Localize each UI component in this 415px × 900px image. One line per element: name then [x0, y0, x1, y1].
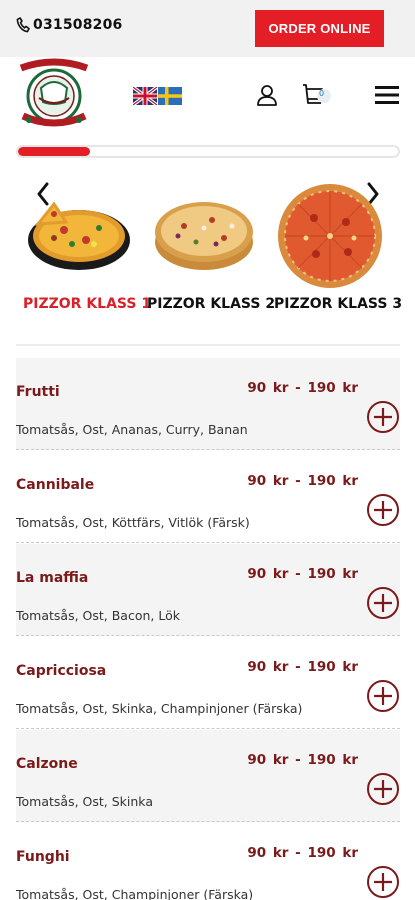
- add-to-cart-plus-icon[interactable]: [366, 586, 400, 620]
- menu-item-name: Funghi: [16, 849, 70, 865]
- add-to-cart-plus-icon[interactable]: [366, 400, 400, 434]
- menu-item-price: 90 kr - 190 kr: [247, 845, 358, 861]
- menu-item-price: 90 kr - 190 kr: [247, 659, 358, 675]
- menu-item-name: Frutti: [16, 384, 60, 400]
- menu-item-price: 90 kr - 190 kr: [247, 752, 358, 768]
- menu-item: La maffia 90 kr - 190 kr Tomatsås, Ost, …: [16, 544, 400, 636]
- pizza-klass-1-image[interactable]: [24, 182, 132, 278]
- menu-item-ingredients: Tomatsås, Ost, Köttfärs, Vitlök (Färsk): [16, 515, 250, 530]
- menu-item: Calzone 90 kr - 190 kr Tomatsås, Ost, Sk…: [16, 730, 400, 822]
- phone-link[interactable]: 031508206: [16, 17, 122, 33]
- order-online-button[interactable]: ORDER ONLINE: [255, 10, 384, 47]
- phone-number: 031508206: [33, 17, 123, 33]
- brunnsbo-pizzeria-logo[interactable]: [15, 58, 93, 132]
- progress-fill: [18, 147, 91, 156]
- category-tab-klass-1[interactable]: PIZZOR KLASS 1: [23, 296, 151, 312]
- menu-item-name: Cannibale: [16, 477, 95, 493]
- menu-item-ingredients: Tomatsås, Ost, Ananas, Curry, Banan: [16, 422, 248, 437]
- menu-item-ingredients: Tomatsås, Ost, Champinjoner (Färska): [16, 887, 254, 900]
- section-divider: [16, 344, 400, 346]
- pizza-klass-3-image[interactable]: [276, 182, 384, 292]
- menu-item: Frutti 90 kr - 190 kr Tomatsås, Ost, Ana…: [16, 358, 400, 450]
- add-to-cart-plus-icon[interactable]: [366, 679, 400, 713]
- menu-item: Funghi 90 kr - 190 kr Tomatsås, Ost, Cha…: [16, 823, 400, 900]
- cart-icon[interactable]: [302, 83, 334, 107]
- swedish-flag-icon[interactable]: [158, 87, 182, 105]
- menu-item-name: Capricciosa: [16, 663, 107, 679]
- menu-item: Cannibale 90 kr - 190 kr Tomatsås, Ost, …: [16, 451, 400, 543]
- menu-item-price: 90 kr - 190 kr: [247, 566, 358, 582]
- menu-item-price: 90 kr - 190 kr: [247, 473, 358, 489]
- add-to-cart-plus-icon[interactable]: [366, 865, 400, 899]
- user-account-icon[interactable]: [256, 84, 278, 106]
- top-bar: 031508206 ORDER ONLINE: [0, 0, 415, 57]
- pizza-klass-2-image[interactable]: [152, 182, 256, 278]
- menu-item-ingredients: Tomatsås, Ost, Skinka, Champinjoner (Fär…: [16, 701, 303, 716]
- menu-item-name: La maffia: [16, 570, 89, 586]
- menu-item: Capricciosa 90 kr - 190 kr Tomatsås, Ost…: [16, 637, 400, 729]
- category-tab-klass-2[interactable]: PIZZOR KLASS 2: [147, 296, 275, 312]
- cart-count-badge: 0: [319, 89, 325, 98]
- english-flag-icon[interactable]: [133, 87, 157, 105]
- hamburger-menu-icon[interactable]: [375, 84, 399, 106]
- menu-item-ingredients: Tomatsås, Ost, Skinka: [16, 794, 153, 809]
- menu-item-price: 90 kr - 190 kr: [247, 380, 358, 396]
- category-tab-klass-3[interactable]: PIZZOR KLASS 3: [274, 296, 402, 312]
- menu-item-ingredients: Tomatsås, Ost, Bacon, Lök: [16, 608, 180, 623]
- phone-icon: [16, 17, 30, 33]
- category-scroll-progress: [16, 145, 400, 158]
- add-to-cart-plus-icon[interactable]: [366, 493, 400, 527]
- menu-item-name: Calzone: [16, 756, 78, 772]
- language-selector: [133, 87, 182, 105]
- add-to-cart-plus-icon[interactable]: [366, 772, 400, 806]
